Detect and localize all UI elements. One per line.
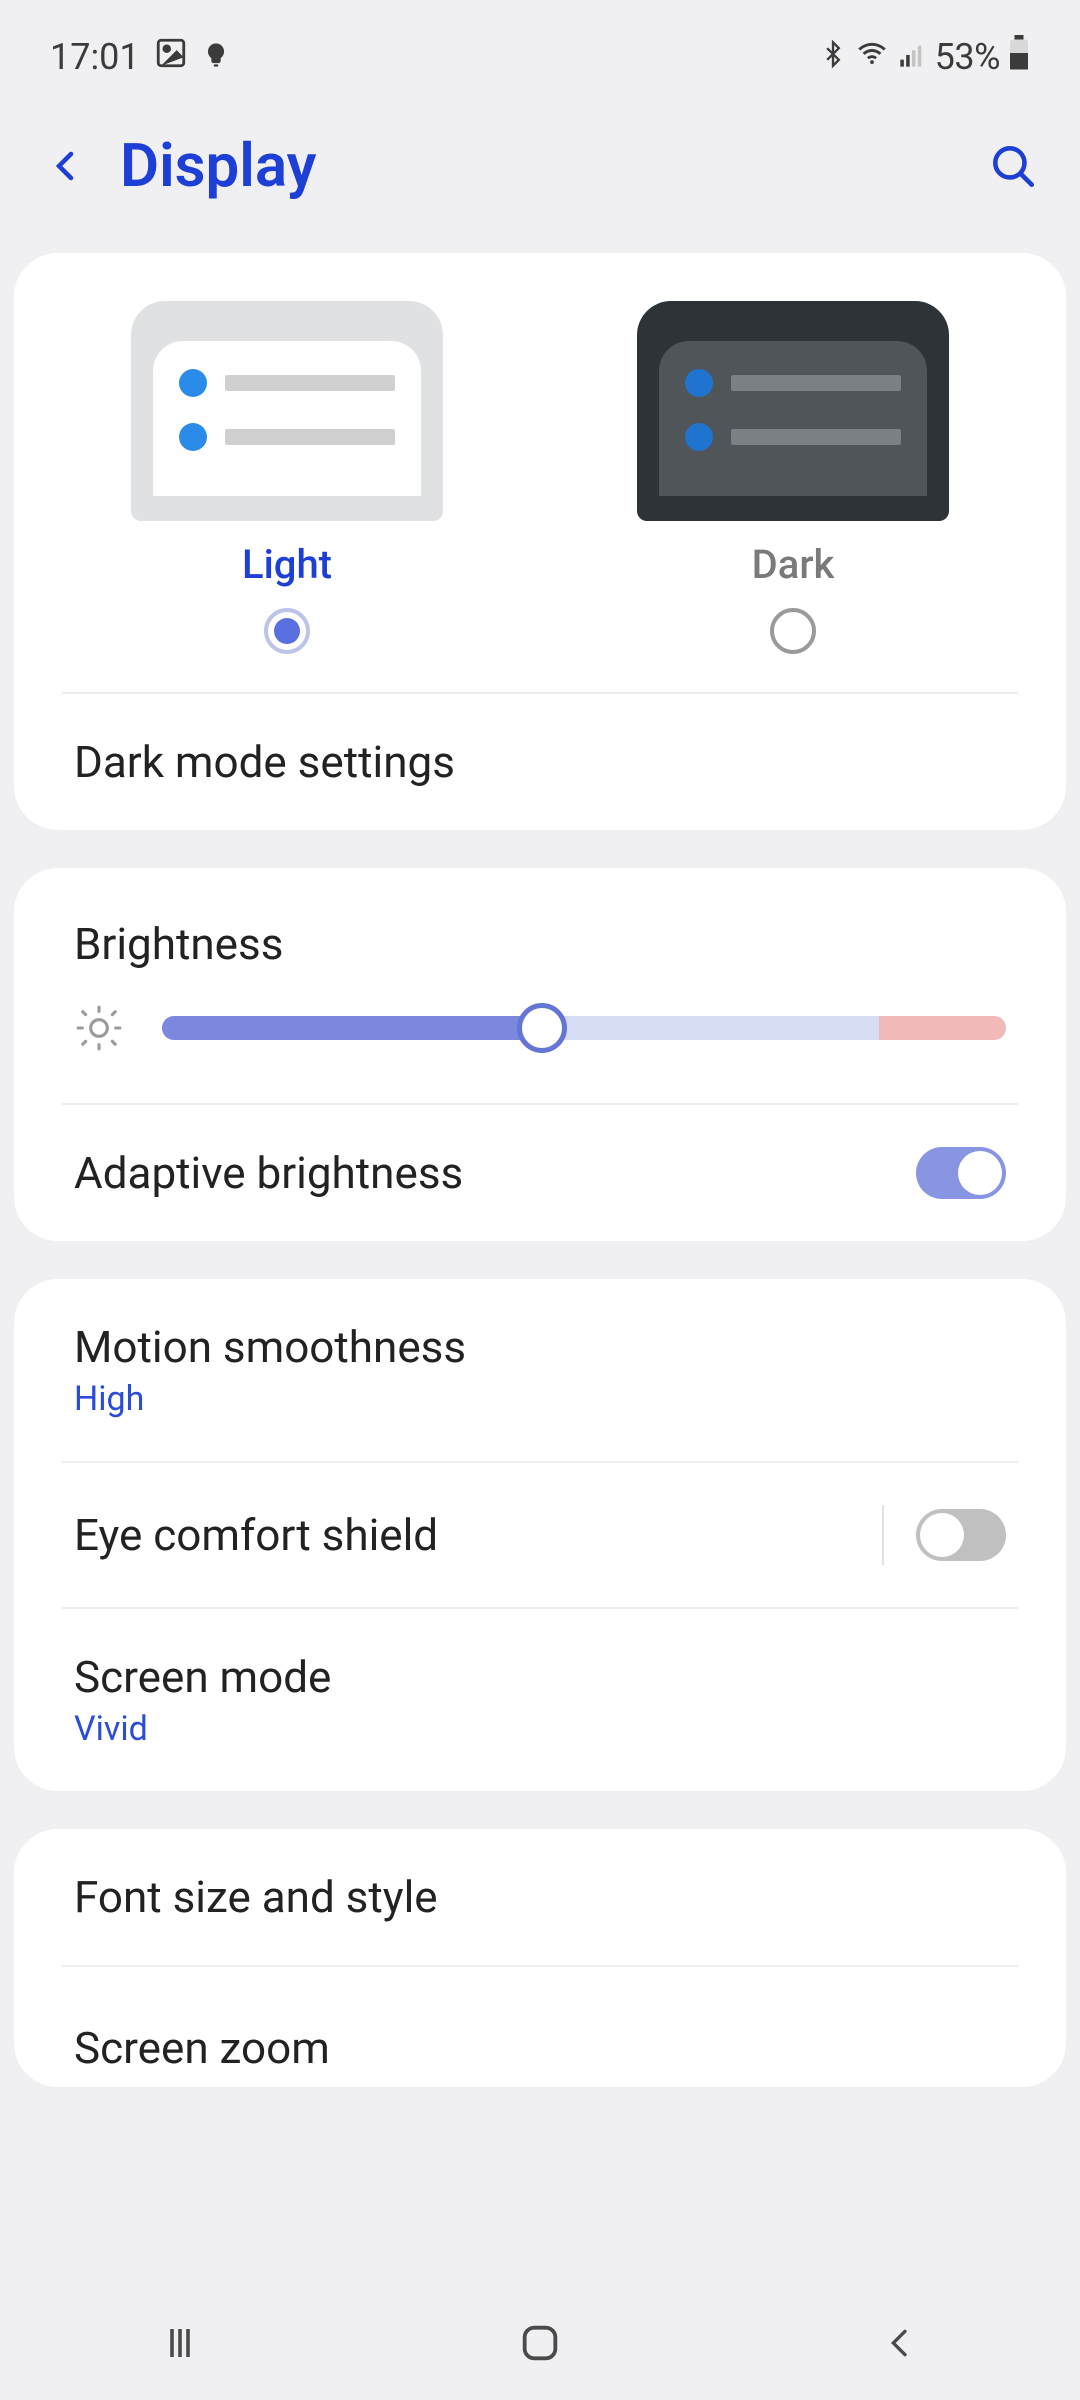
eye-comfort-row[interactable]: Eye comfort shield [14, 1463, 1066, 1607]
nav-home[interactable] [500, 2303, 580, 2383]
eye-comfort-toggle[interactable] [916, 1509, 1006, 1561]
back-button[interactable] [40, 141, 90, 191]
light-preview-icon [131, 301, 443, 521]
brightness-slider[interactable] [162, 1016, 1006, 1040]
nav-back[interactable] [860, 2303, 940, 2383]
font-card: Font size and style Screen zoom [14, 1829, 1066, 2087]
font-size-style-label: Font size and style [74, 1871, 438, 1923]
dark-preview-icon [637, 301, 949, 521]
display-misc-card: Motion smoothness High Eye comfort shiel… [14, 1279, 1066, 1791]
eye-comfort-label: Eye comfort shield [74, 1509, 882, 1561]
motion-smoothness-row[interactable]: Motion smoothness High [14, 1279, 1066, 1461]
adaptive-brightness-toggle[interactable] [916, 1147, 1006, 1199]
cellular-icon [897, 36, 927, 78]
brightness-fill [162, 1016, 542, 1040]
separator [882, 1505, 884, 1565]
image-icon [154, 36, 188, 79]
page-header: Display [0, 90, 1080, 241]
page-title: Display [120, 130, 955, 201]
nav-bar [0, 2285, 1080, 2400]
dark-mode-settings-row[interactable]: Dark mode settings [14, 694, 1066, 830]
screen-mode-value: Vivid [74, 1709, 1006, 1749]
status-right: 53% [819, 35, 1030, 80]
brightness-label: Brightness [74, 918, 283, 970]
dark-mode-settings-label: Dark mode settings [74, 736, 455, 788]
theme-label-dark: Dark [752, 541, 835, 588]
brightness-card: Brightness Adaptive brightness [14, 868, 1066, 1241]
screen-mode-row[interactable]: Screen mode Vivid [14, 1609, 1066, 1791]
bulb-icon [202, 36, 230, 78]
motion-smoothness-value: High [74, 1379, 1006, 1419]
theme-label-light: Light [242, 541, 332, 588]
brightness-high-zone [879, 1016, 1006, 1040]
screen-zoom-row[interactable]: Screen zoom [14, 1967, 1066, 2087]
screen-mode-label: Screen mode [74, 1651, 1006, 1703]
theme-option-light[interactable]: Light [34, 301, 540, 684]
battery-icon [1008, 35, 1030, 80]
status-time: 17:01 [50, 36, 140, 78]
screen-zoom-label: Screen zoom [74, 2022, 330, 2074]
font-size-style-row[interactable]: Font size and style [14, 1829, 1066, 1965]
brightness-header-row: Brightness [14, 868, 1066, 988]
adaptive-brightness-label: Adaptive brightness [74, 1147, 916, 1199]
brightness-slider-row [14, 988, 1066, 1103]
theme-card: Light Dark Dark mode settings [14, 253, 1066, 830]
theme-option-dark[interactable]: Dark [540, 301, 1046, 684]
status-left: 17:01 [50, 36, 230, 79]
radio-light[interactable] [264, 608, 310, 654]
motion-smoothness-label: Motion smoothness [74, 1321, 1006, 1373]
status-bar: 17:01 53% [0, 0, 1080, 90]
nav-recents[interactable] [140, 2303, 220, 2383]
sun-icon [74, 1003, 124, 1053]
radio-dark[interactable] [770, 608, 816, 654]
theme-row: Light Dark [14, 253, 1066, 692]
battery-percent: 53% [935, 36, 1000, 78]
brightness-thumb[interactable] [517, 1003, 567, 1053]
search-button[interactable] [985, 138, 1040, 193]
bluetooth-icon [819, 36, 847, 78]
wifi-icon [855, 36, 889, 78]
adaptive-brightness-row[interactable]: Adaptive brightness [14, 1105, 1066, 1241]
